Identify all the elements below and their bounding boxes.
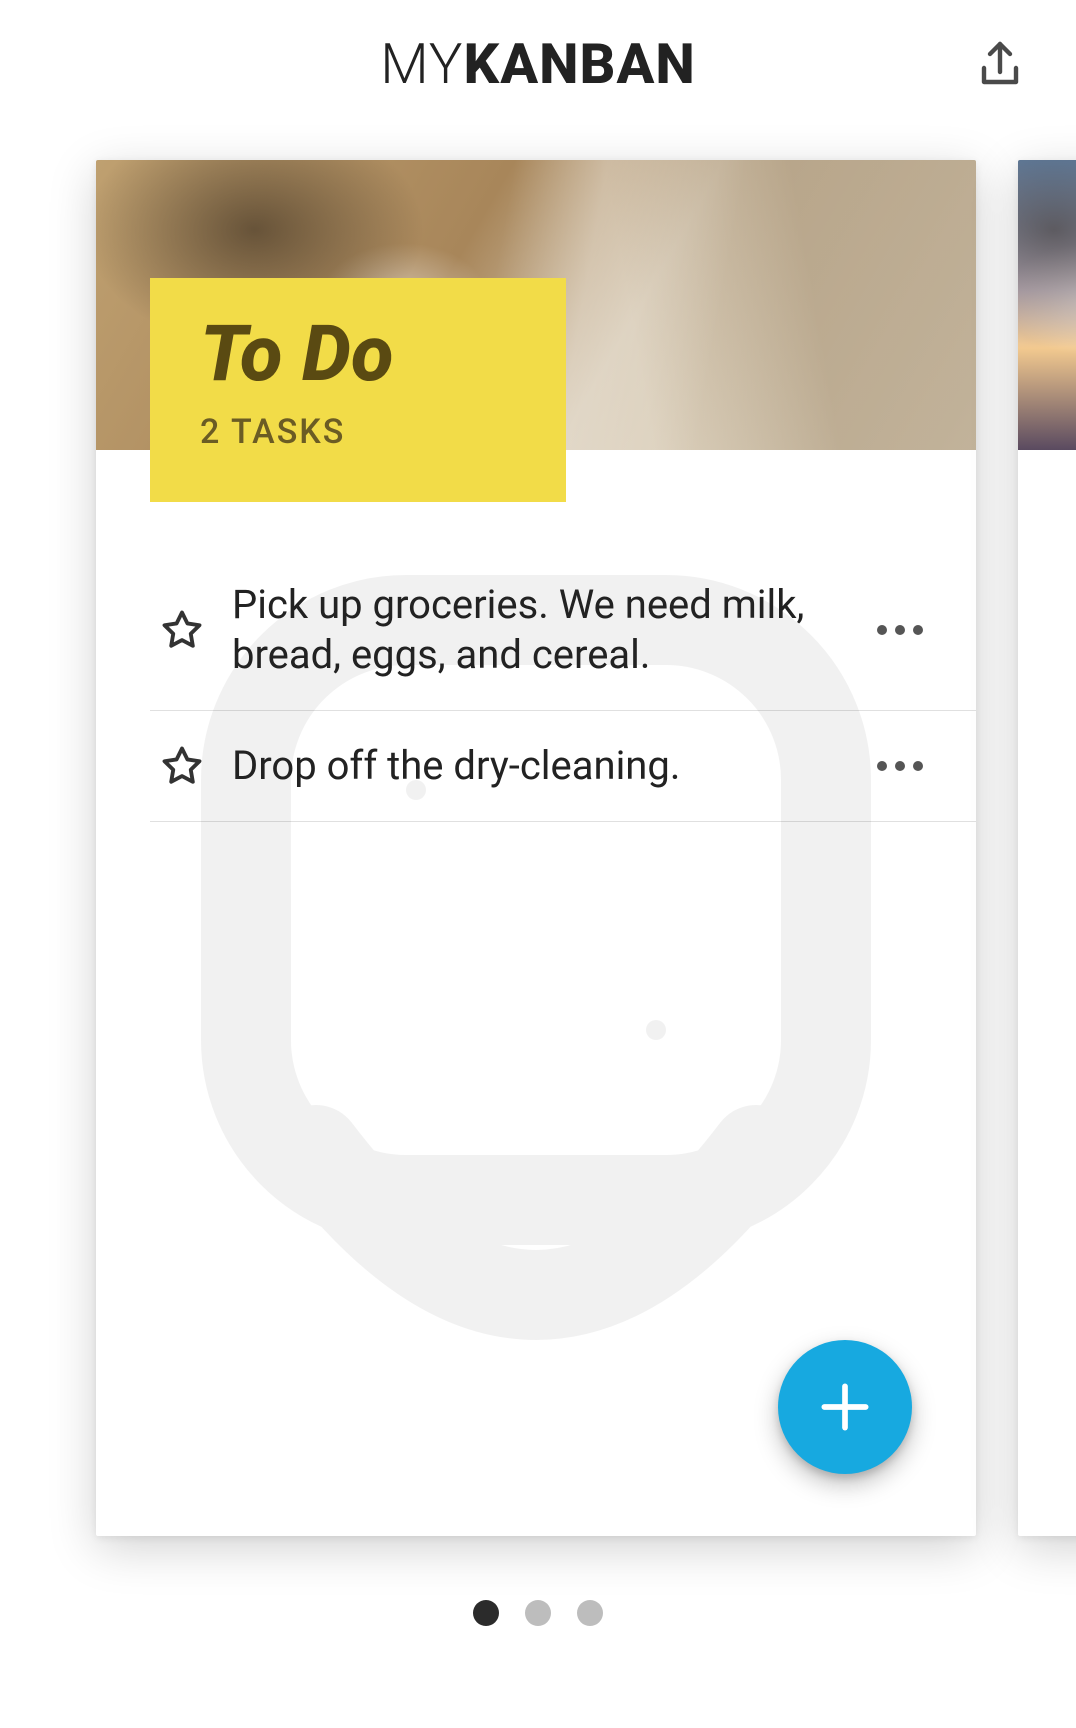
task-text: Drop off the dry-cleaning. <box>214 741 864 791</box>
add-task-button[interactable] <box>778 1340 912 1474</box>
page-dot-1[interactable] <box>473 1600 499 1626</box>
page-dot-3[interactable] <box>577 1600 603 1626</box>
star-button[interactable] <box>150 745 214 787</box>
share-button[interactable] <box>972 36 1028 92</box>
task-text: Pick up groceries. We need milk, bread, … <box>214 580 864 680</box>
board-hero-image <box>1018 160 1076 450</box>
app-title-prefix: MY <box>380 31 463 97</box>
page-indicator <box>0 1600 1076 1626</box>
task-count: 2 TASKS <box>200 412 522 452</box>
task-more-button[interactable] <box>864 625 936 635</box>
more-horizontal-icon <box>877 761 887 771</box>
board-title: To Do <box>200 316 522 394</box>
page-dot-2[interactable] <box>525 1600 551 1626</box>
board-title-chip: To Do 2 TASKS <box>150 278 566 502</box>
task-row[interactable]: Pick up groceries. We need milk, bread, … <box>150 540 976 711</box>
task-list: Pick up groceries. We need milk, bread, … <box>150 540 976 822</box>
star-button[interactable] <box>150 609 214 651</box>
app-header: MYKANBAN <box>0 0 1076 128</box>
app-title: MYKANBAN <box>380 31 696 97</box>
plus-icon <box>814 1376 876 1438</box>
star-outline-icon <box>161 609 203 651</box>
task-more-button[interactable] <box>864 761 936 771</box>
next-board-peek[interactable] <box>1018 160 1076 1536</box>
board-card[interactable]: To Do 2 TASKS Pick up groceries. We need… <box>96 160 976 1536</box>
share-icon <box>976 38 1024 90</box>
app-title-suffix: KANBAN <box>463 31 695 97</box>
more-horizontal-icon <box>877 625 887 635</box>
task-row[interactable]: Drop off the dry-cleaning. <box>150 711 976 822</box>
star-outline-icon <box>161 745 203 787</box>
